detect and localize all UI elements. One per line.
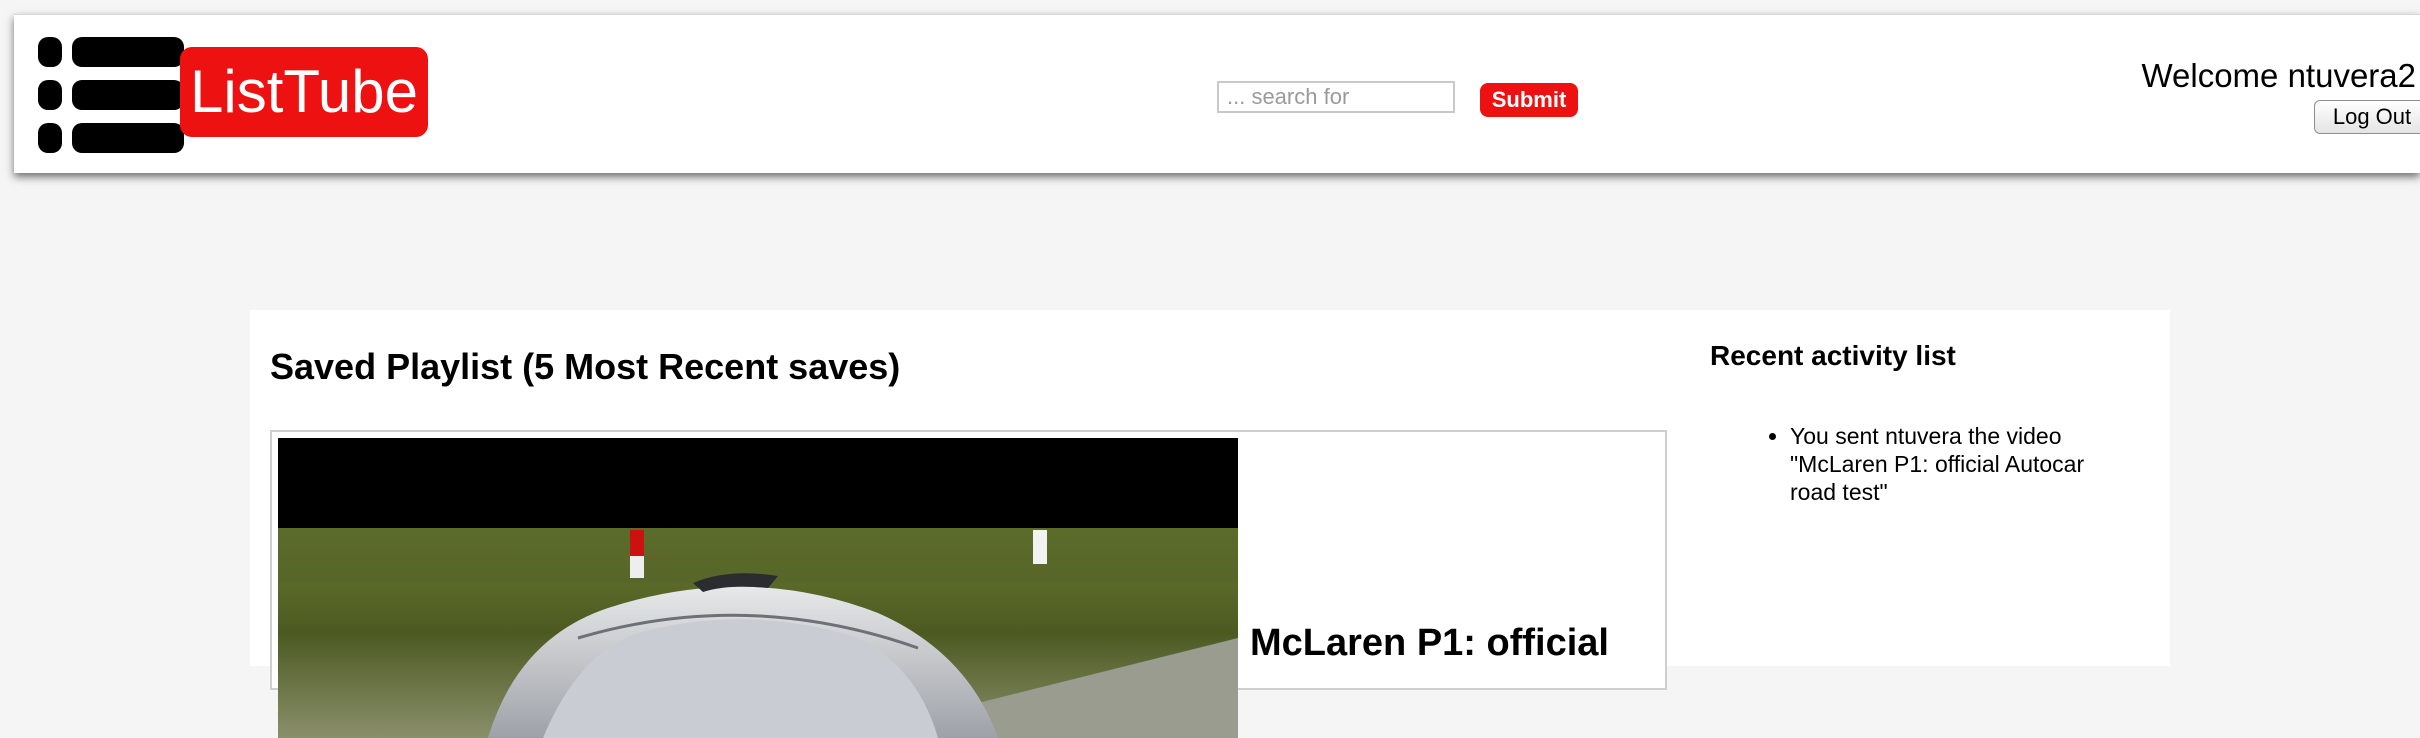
- logo-bullet: [38, 37, 62, 67]
- list-logo-icon[interactable]: [38, 37, 184, 153]
- playlist-item: McLaren P1: official: [270, 430, 1667, 738]
- logo-bullet: [38, 80, 62, 110]
- site-header: ListTube Submit Welcome ntuvera2 Log Out: [14, 14, 2420, 173]
- main-content: Saved Playlist (5 Most Recent saves) McL…: [250, 310, 2170, 738]
- logout-button[interactable]: Log Out: [2314, 100, 2420, 134]
- page-title: Saved Playlist (5 Most Recent saves): [270, 346, 901, 387]
- activity-list: You sent ntuvera the video "McLaren P1: …: [1710, 422, 2130, 506]
- welcome-text: Welcome ntuvera2: [2141, 57, 2416, 94]
- car-photo: [278, 438, 1238, 738]
- logo-bullet: [38, 123, 62, 153]
- search-input[interactable]: [1217, 81, 1455, 113]
- video-title[interactable]: McLaren P1: official: [1250, 622, 1609, 665]
- submit-button[interactable]: Submit: [1480, 83, 1578, 117]
- video-thumbnail[interactable]: [278, 438, 1238, 738]
- logo-line: [72, 37, 184, 67]
- logo-line: [72, 123, 184, 153]
- logo-wordmark[interactable]: ListTube: [180, 47, 428, 137]
- logo-line: [72, 80, 184, 110]
- activity-title: Recent activity list: [1710, 340, 1956, 371]
- activity-item: You sent ntuvera the video "McLaren P1: …: [1790, 422, 2130, 506]
